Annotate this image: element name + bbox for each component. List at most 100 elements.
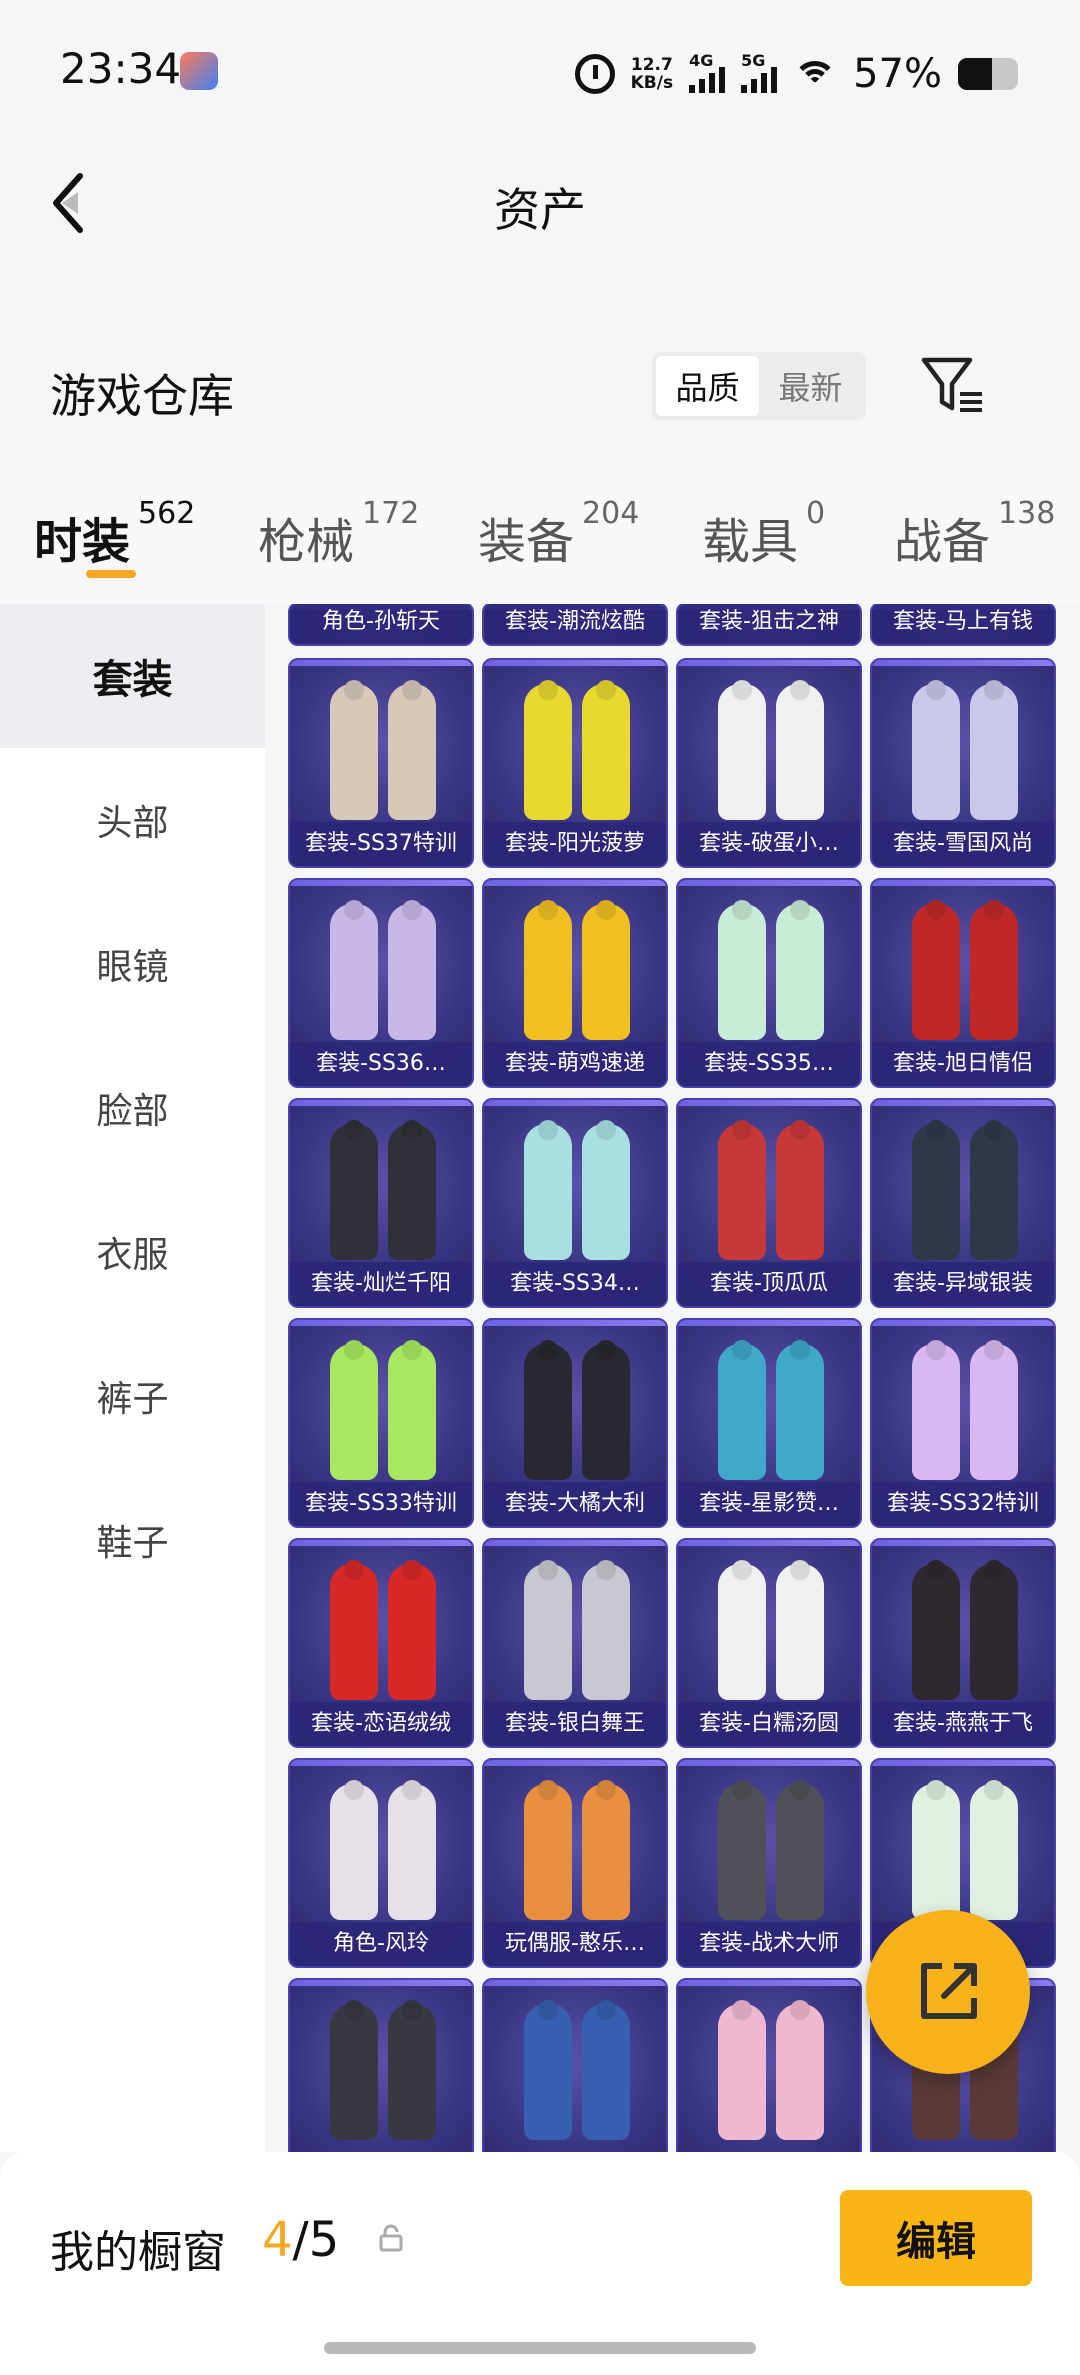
grid-item[interactable]: 套装-白糯汤圆 [676,1538,862,1748]
item-label: 套装-顶瓜瓜 [678,1262,860,1306]
grid-item[interactable] [288,1978,474,2152]
edit-button[interactable]: 编辑 [840,2190,1032,2286]
grid-item[interactable]: 套装-顶瓜瓜 [676,1098,862,1308]
item-label: 套装-灿烂千阳 [290,1262,472,1306]
grid-item[interactable]: 玩偶服-憨乐… [482,1758,668,1968]
battery-percent: 57% [853,51,942,97]
item-label: 套装-萌鸡速递 [484,1042,666,1086]
page-title: 资产 [494,183,586,237]
grid-item[interactable]: 套装-阳光菠萝 [482,658,668,868]
item-label: 套装-SS36… [290,1042,472,1086]
item-label: 套装-SS32特训 [872,1482,1054,1526]
item-label: 套装-破蛋小… [678,822,860,866]
outfit-image [388,904,436,1040]
item-label: 套装-旭日情侣 [872,1042,1054,1086]
outfit-image [776,2004,824,2140]
grid-item[interactable]: 套装-恋语绒绒 [288,1538,474,1748]
filter-icon[interactable] [920,354,986,414]
tab-count: 562 [138,496,196,531]
outfit-image [970,904,1018,1040]
grid-item[interactable]: 套装-星影赞… [676,1318,862,1528]
grid-item[interactable] [482,1978,668,2152]
sidebar-item-suit[interactable]: 套装 [0,604,265,748]
sort-option-newest[interactable]: 最新 [759,356,862,416]
outfit-image [524,1124,572,1260]
tab-supplies[interactable]: 战备 138 [894,496,1055,572]
tab-label: 载具 [702,514,799,570]
grid-item[interactable]: 套装-SS33特训 [288,1318,474,1528]
outfit-image [524,1344,572,1480]
outfit-image [582,2004,630,2140]
sidebar-item-clothes[interactable]: 衣服 [0,1180,265,1324]
wifi-icon [793,57,838,91]
outfit-image [912,1344,960,1480]
tab-indicator [86,570,136,578]
tab-equipment[interactable]: 装备 204 [478,496,639,572]
grid-item[interactable]: 套装-SS36… [288,878,474,1088]
grid-item[interactable]: 套装-异域银装 [870,1098,1056,1308]
sidebar-item-pants[interactable]: 裤子 [0,1324,265,1468]
tab-label: 战备 [894,514,991,570]
grid-item[interactable]: 套装-破蛋小… [676,658,862,868]
showcase-label: 我的橱窗 [50,2227,226,2278]
item-label: 套装-大橘大利 [484,1482,666,1526]
item-label: 套装-SS34… [484,1262,666,1306]
grid-item[interactable]: 套装-SS35… [676,878,862,1088]
sidebar-item-face[interactable]: 脸部 [0,1036,265,1180]
item-label: 套装-战术大师 [678,1922,860,1966]
outfit-image [330,1344,378,1480]
outfit-image [776,904,824,1040]
sort-option-quality[interactable]: 品质 [656,356,759,416]
grid-item[interactable]: 套装-狙击之神 [676,604,862,646]
tab-vehicles[interactable]: 载具 0 [702,496,825,572]
sidebar: 套装 头部 眼镜 脸部 衣服 裤子 鞋子 [0,604,265,2152]
sidebar-item-shoes[interactable]: 鞋子 [0,1468,265,1612]
sort-toggle: 品质 最新 [652,352,866,420]
grid-item[interactable]: 套装-萌鸡速递 [482,878,668,1088]
grid-item[interactable]: 套装-SS32特训 [870,1318,1056,1528]
share-icon [921,1963,977,2019]
grid-item[interactable]: 套装-SS37特训 [288,658,474,868]
grid-item[interactable]: 套装-马上有钱 [870,604,1056,646]
item-label: 套装-潮流炫酷 [484,604,666,644]
tab-count: 204 [582,496,640,531]
outfit-image [718,904,766,1040]
tab-label: 时装 [34,514,131,570]
outfit-image [388,1784,436,1920]
grid-item[interactable]: 套装-灿烂千阳 [288,1098,474,1308]
outfit-image [970,1124,1018,1260]
share-button[interactable] [866,1910,1030,2074]
item-label: 套装-SS37特训 [290,822,472,866]
tab-fashion[interactable]: 时装 562 [34,496,195,572]
item-label: 套装-异域银装 [872,1262,1054,1306]
outfit-image [582,904,630,1040]
grid-item[interactable]: 套装-燕燕于飞 [870,1538,1056,1748]
outfit-image [388,1344,436,1480]
outfit-image [718,684,766,820]
outfit-image [970,1344,1018,1480]
grid-item[interactable]: 套装-SS34… [482,1098,668,1308]
grid-item[interactable]: 角色-孙斩天 [288,604,474,646]
grid-item[interactable]: 套装-战术大师 [676,1758,862,1968]
outfit-image [330,2004,378,2140]
tab-weapons[interactable]: 枪械 172 [258,496,419,572]
grid-item[interactable] [676,1978,862,2152]
grid-item[interactable]: 角色-风玲 [288,1758,474,1968]
item-label: 套装-星影赞… [678,1482,860,1526]
outfit-image [330,1784,378,1920]
outfit-image [582,1124,630,1260]
outfit-image [388,1564,436,1700]
outfit-image [718,1344,766,1480]
grid-item[interactable]: 套装-银白舞王 [482,1538,668,1748]
grid-item[interactable]: 套装-旭日情侣 [870,878,1056,1088]
grid-item[interactable]: 套装-大橘大利 [482,1318,668,1528]
sidebar-item-glasses[interactable]: 眼镜 [0,892,265,1036]
outfit-image [330,1564,378,1700]
sidebar-item-head[interactable]: 头部 [0,748,265,892]
grid-item[interactable]: 套装-潮流炫酷 [482,604,668,646]
signal-icon: 4G [689,51,726,93]
showcase-count: 4/5 [262,2212,339,2268]
outfit-image [388,1124,436,1260]
item-label: 角色-风玲 [290,1922,472,1966]
grid-item[interactable]: 套装-雪国风尚 [870,658,1056,868]
